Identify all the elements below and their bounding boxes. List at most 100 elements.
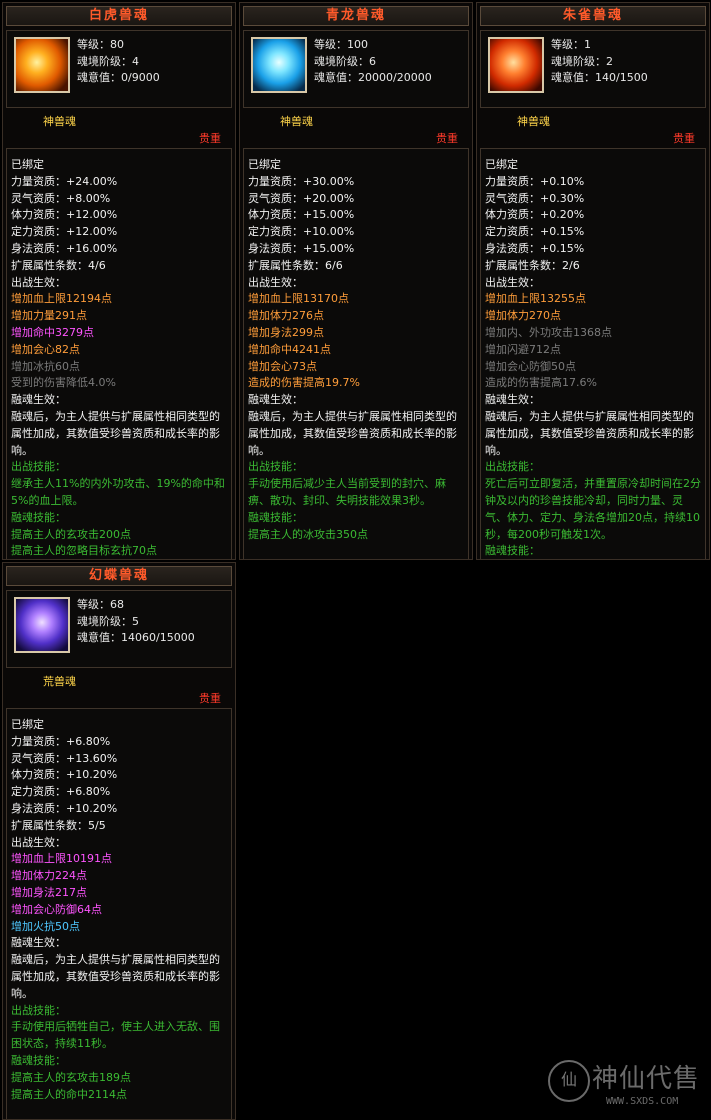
detail-line: 增加血上限13170点 — [248, 292, 349, 306]
detail-panel: 已绑定 力量资质：+30.00% 灵气资质：+20.00% 体力资质：+15.00% 定… — [243, 148, 469, 559]
detail-line: 死亡后可立即复活，并重置原冷却时间在2分钟及以内的珍兽技能冷却，同时力量、灵气、… — [485, 477, 701, 541]
beast-soul-card-phantom-butterfly: 幻蝶兽魂 等级：68 魂境阶级：5 魂意值：14060/15000 荒兽魂 贵重… — [2, 562, 236, 1120]
card-title: 青龙兽魂 — [243, 6, 469, 26]
detail-line: 出战技能： — [485, 460, 540, 474]
card-header: 等级：80 魂境阶级：4 魂意值：0/9000 — [6, 30, 232, 108]
spirit-text: 魂意值：20000/20000 — [314, 71, 432, 84]
phantom-butterfly-icon — [14, 597, 70, 653]
detail-line: 体力资质：+12.00% — [11, 208, 118, 222]
detail-line: 提高主人的忽略目标玄抗70点 — [11, 544, 157, 558]
detail-line: 力量资质：+6.80% — [11, 734, 111, 748]
level-text: 等级：1 — [551, 38, 591, 51]
detail-line: 融魂技能： — [248, 510, 303, 524]
stage-text: 魂境阶级：6 — [314, 54, 376, 68]
stage-text: 魂境阶级：2 — [551, 54, 613, 68]
detail-line: 提高主人的冰攻击350点 — [248, 527, 368, 541]
detail-line: 融魂后，为主人提供与扩展属性相同类型的属性加成，其数值受珍兽资质和成长率的影响。 — [11, 953, 220, 1000]
detail-line: 融魂生效： — [11, 936, 66, 950]
detail-line: 出战技能： — [11, 1003, 66, 1017]
detail-line: 扩展属性条数：5/5 — [11, 818, 106, 832]
soul-type: 神兽魂 — [517, 115, 550, 128]
rarity-label: 贵重 — [199, 692, 221, 705]
detail-line: 增加闪避712点 — [485, 342, 561, 356]
detail-line: 定力资质：+0.15% — [485, 225, 585, 239]
beast-soul-card-azure-dragon: 青龙兽魂 等级：100 魂境阶级：6 魂意值：20000/20000 神兽魂 贵… — [239, 2, 473, 560]
detail-line: 增加会心防御50点 — [485, 359, 576, 373]
level-text: 等级：80 — [77, 38, 124, 51]
detail-lines: 已绑定 力量资质：+24.00% 灵气资质：+8.00% 体力资质：+12.00% 定力… — [11, 157, 227, 559]
detail-line: 已绑定 — [485, 158, 518, 171]
card-header: 等级：100 魂境阶级：6 魂意值：20000/20000 — [243, 30, 469, 108]
spirit-text: 魂意值：140/1500 — [551, 71, 648, 84]
detail-lines: 已绑定力量资质：+6.80% 灵气资质：+13.60% 体力资质：+10.20% 定力… — [11, 717, 227, 1103]
detail-lines: 已绑定 力量资质：+0.10% 灵气资质：+0.30% 体力资质：+0.20% 定力资质… — [485, 157, 701, 559]
detail-line: 增加会心防御64点 — [11, 902, 102, 916]
detail-line: 融魂生效： — [248, 393, 303, 407]
detail-line: 融魂技能： — [11, 1053, 66, 1067]
detail-line: 增加体力224点 — [11, 869, 87, 883]
detail-line: 融魂后，为主人提供与扩展属性相同类型的属性加成，其数值受珍兽资质和成长率的影响。 — [11, 409, 220, 457]
detail-line: 力量资质：+0.10% — [485, 174, 585, 188]
detail-line: 力量资质：+30.00% — [248, 174, 355, 188]
azure-dragon-icon — [251, 37, 307, 93]
detail-line: 身法资质：+16.00% — [11, 241, 118, 255]
detail-line: 增加火抗50点 — [11, 919, 80, 933]
detail-line: 增加力量291点 — [11, 309, 87, 323]
detail-lines: 已绑定 力量资质：+30.00% 灵气资质：+20.00% 体力资质：+15.00% 定… — [248, 157, 464, 543]
white-tiger-icon — [14, 37, 70, 93]
detail-line: 增加内、外功攻击1368点 — [485, 325, 612, 339]
detail-line: 体力资质：+10.20% — [11, 768, 118, 782]
detail-line: 增加身法217点 — [11, 885, 87, 899]
detail-line: 融魂后，为主人提供与扩展属性相同类型的属性加成，其数值受珍兽资质和成长率的影响。 — [485, 409, 694, 457]
detail-line: 手动使用后减少主人当前受到的封穴、麻痹、散功、封印、失明技能效果3秒。 — [248, 477, 446, 507]
soul-type: 神兽魂 — [280, 115, 313, 128]
detail-line: 造成的伤害提高19.7% — [248, 376, 360, 390]
detail-line: 身法资质：+0.15% — [485, 241, 585, 255]
card-stats: 等级：68 魂境阶级：5 魂意值：14060/15000 — [77, 597, 195, 647]
detail-line: 出战生效： — [11, 275, 66, 289]
detail-panel: 已绑定 力量资质：+0.10% 灵气资质：+0.30% 体力资质：+0.20% 定力资质… — [480, 148, 706, 559]
detail-line: 出战生效： — [485, 275, 540, 289]
detail-line: 增加冰抗60点 — [11, 359, 80, 373]
detail-line: 身法资质：+10.20% — [11, 801, 118, 815]
detail-line: 已绑定 — [11, 158, 44, 171]
detail-line: 灵气资质：+13.60% — [11, 751, 118, 765]
detail-line: 增加身法299点 — [248, 325, 324, 339]
detail-line: 体力资质：+0.20% — [485, 208, 585, 222]
detail-line: 定力资质：+10.00% — [248, 225, 355, 239]
watermark-url: WWW.SXDS.COM — [606, 1096, 679, 1107]
detail-line: 已绑定 — [248, 158, 281, 171]
detail-line: 增加体力270点 — [485, 309, 561, 323]
detail-line: 手动使用后牺牲自己，使主人进入无敌、围困状态，持续11秒。 — [11, 1020, 220, 1051]
card-stats: 等级：80 魂境阶级：4 魂意值：0/9000 — [77, 37, 160, 87]
detail-panel: 已绑定力量资质：+6.80% 灵气资质：+13.60% 体力资质：+10.20% 定力… — [6, 708, 232, 1119]
detail-line: 定力资质：+12.00% — [11, 225, 118, 239]
rarity-label: 贵重 — [436, 132, 458, 145]
detail-line: 体力资质：+15.00% — [248, 208, 355, 222]
watermark: 仙 神仙代售 WWW.SXDS.COM — [548, 1058, 708, 1114]
detail-line: 造成的伤害提高17.6% — [485, 376, 597, 390]
detail-line: 出战生效： — [248, 275, 303, 289]
soul-type: 荒兽魂 — [43, 675, 76, 688]
detail-line: 已绑定 — [11, 718, 44, 731]
detail-line: 提高主人的命中2114点 — [11, 1087, 127, 1101]
detail-line: 受到的伤害降低4.0% — [11, 376, 116, 390]
detail-line: 继承主人11%的内外功攻击、19%的命中和5%的血上限。 — [11, 477, 225, 507]
detail-line: 力量资质：+24.00% — [11, 174, 118, 188]
rarity-label: 贵重 — [199, 132, 221, 145]
rarity-label: 贵重 — [673, 132, 695, 145]
detail-line: 出战生效： — [11, 835, 66, 849]
beast-soul-card-vermilion-bird: 朱雀兽魂 等级：1 魂境阶级：2 魂意值：140/1500 神兽魂 贵重 已绑定… — [476, 2, 710, 560]
detail-line: 扩展属性条数：2/6 — [485, 258, 580, 272]
detail-line: 融魂技能： — [485, 544, 540, 558]
card-stats: 等级：100 魂境阶级：6 魂意值：20000/20000 — [314, 37, 432, 87]
detail-line: 融魂生效： — [11, 393, 66, 407]
card-title: 朱雀兽魂 — [480, 6, 706, 26]
detail-line: 扩展属性条数：6/6 — [248, 258, 343, 272]
spirit-text: 魂意值：14060/15000 — [77, 631, 195, 644]
detail-line: 定力资质：+6.80% — [11, 785, 111, 799]
detail-line: 增加会心82点 — [11, 342, 80, 356]
detail-line: 增加血上限10191点 — [11, 852, 112, 866]
detail-line: 出战技能： — [248, 460, 303, 474]
detail-line: 扩展属性条数：4/6 — [11, 258, 106, 272]
